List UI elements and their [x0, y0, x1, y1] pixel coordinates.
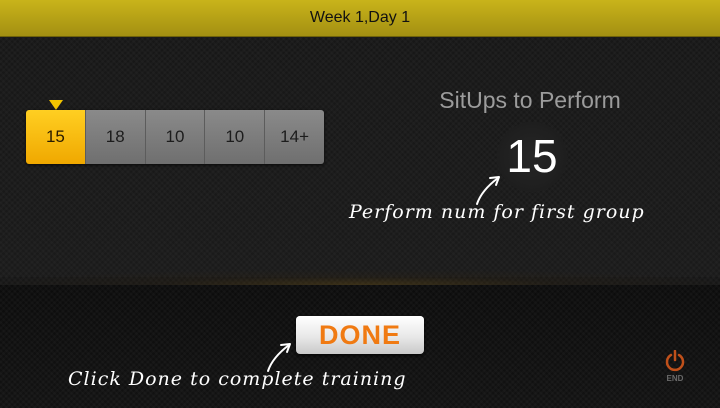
done-button[interactable]: DONE	[296, 316, 424, 354]
page-title: Week 1,Day 1	[309, 9, 411, 26]
set-item[interactable]: 10	[205, 110, 266, 164]
end-button[interactable]: END	[660, 348, 690, 388]
triangle-down-icon	[49, 100, 63, 110]
set-item[interactable]: 15	[26, 110, 86, 164]
power-icon	[665, 350, 685, 372]
set-item[interactable]: 10	[145, 110, 206, 164]
set-item[interactable]: 14+	[265, 110, 324, 164]
end-label: END	[666, 374, 684, 383]
workout-screen: Week 1,Day 1 15 18 10 10 14+ SitUps to P…	[0, 0, 720, 408]
exercise-heading: SitUps to Perform	[439, 87, 621, 113]
set-selector: 15 18 10 10 14+	[26, 110, 324, 164]
set-item[interactable]: 18	[85, 110, 146, 164]
title-bar: Week 1,Day 1	[0, 0, 720, 37]
hint-first-group: Perform num for first group	[349, 201, 645, 223]
hint-done: Click Done to complete training	[68, 368, 407, 390]
